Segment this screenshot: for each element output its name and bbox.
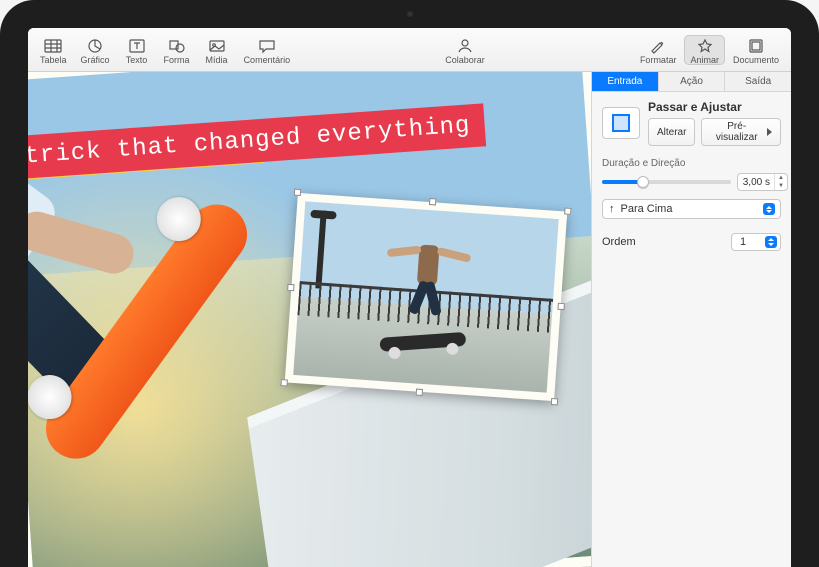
selection-handle[interactable] (416, 389, 423, 396)
toolbar-midia-button[interactable]: Mídia (198, 35, 236, 65)
document-icon (746, 37, 766, 55)
selection-handle[interactable] (294, 189, 301, 196)
ordem-popup[interactable]: 1 (731, 233, 781, 251)
toolbar-midia-label: Mídia (206, 55, 228, 65)
animate-icon (695, 37, 715, 55)
duracao-value: 3,00 s (738, 175, 774, 190)
selection-handle[interactable] (287, 284, 294, 291)
toolbar-colaborar-label: Colaborar (445, 55, 485, 65)
chart-icon (85, 37, 105, 55)
toolbar-tabela-button[interactable]: Tabela (34, 35, 73, 65)
selected-image-content (293, 201, 559, 392)
animation-phase-tabs: Entrada Ação Saída (592, 72, 791, 92)
selection-handle[interactable] (280, 379, 287, 386)
selection-handle[interactable] (551, 398, 558, 405)
toolbar-animar-label: Animar (690, 55, 719, 65)
duracao-stepper[interactable]: 3,00 s ▲▼ (737, 173, 788, 191)
chevron-updown-icon (765, 236, 777, 248)
text-icon (127, 37, 147, 55)
toolbar-comentario-button[interactable]: Comentário (238, 35, 297, 65)
play-icon (767, 128, 772, 136)
toolbar-texto-label: Texto (126, 55, 148, 65)
toolbar-texto-button[interactable]: Texto (118, 35, 156, 65)
toolbar-animar-button[interactable]: Animar (684, 35, 725, 65)
effect-thumbnail (602, 107, 640, 139)
toolbar: Tabela Gráfico Texto Forma Mídia (28, 28, 791, 72)
stepper-up-icon[interactable]: ▲ (775, 174, 787, 182)
toolbar-forma-button[interactable]: Forma (158, 35, 196, 65)
tab-entrada[interactable]: Entrada (592, 72, 659, 91)
arrow-up-icon: ↑ (609, 203, 615, 215)
app-window: Tabela Gráfico Texto Forma Mídia (28, 28, 791, 567)
selection-handle[interactable] (429, 198, 436, 205)
previsualizar-button[interactable]: Pré-visualizar (701, 118, 781, 146)
collaborate-icon (455, 37, 475, 55)
shape-icon (167, 37, 187, 55)
toolbar-formatar-label: Formatar (640, 55, 677, 65)
ordem-label: Ordem (602, 236, 636, 248)
tab-saida[interactable]: Saída (725, 72, 791, 91)
toolbar-documento-label: Documento (733, 55, 779, 65)
media-icon (207, 37, 227, 55)
direcao-popup[interactable]: ↑ Para Cima (602, 199, 781, 219)
stepper-down-icon[interactable]: ▼ (775, 182, 787, 190)
selected-image[interactable] (285, 193, 568, 401)
format-icon (648, 37, 668, 55)
slide-canvas[interactable]: trick that changed everything (28, 72, 591, 567)
tab-acao[interactable]: Ação (659, 72, 726, 91)
toolbar-comentario-label: Comentário (244, 55, 291, 65)
table-icon (43, 37, 63, 55)
comment-icon (257, 37, 277, 55)
duracao-slider[interactable] (602, 180, 731, 184)
direcao-value: Para Cima (621, 203, 673, 215)
toolbar-colaborar-button[interactable]: Colaborar (439, 35, 491, 65)
duracao-direcao-label: Duração e Direção (592, 148, 791, 173)
toolbar-tabela-label: Tabela (40, 55, 67, 65)
toolbar-formatar-button[interactable]: Formatar (634, 35, 683, 65)
skateboard-shape (28, 175, 283, 488)
toolbar-documento-button[interactable]: Documento (727, 35, 785, 65)
toolbar-forma-label: Forma (164, 55, 190, 65)
ordem-value: 1 (740, 236, 746, 248)
alterar-button[interactable]: Alterar (648, 118, 695, 146)
toolbar-grafico-button[interactable]: Gráfico (75, 35, 116, 65)
animate-inspector: Entrada Ação Saída Passar e Ajustar Alte… (591, 72, 791, 567)
toolbar-grafico-label: Gráfico (81, 55, 110, 65)
selection-handle[interactable] (557, 303, 564, 310)
selection-handle[interactable] (564, 207, 571, 214)
effect-name: Passar e Ajustar (648, 100, 781, 114)
chevron-updown-icon (763, 203, 775, 215)
